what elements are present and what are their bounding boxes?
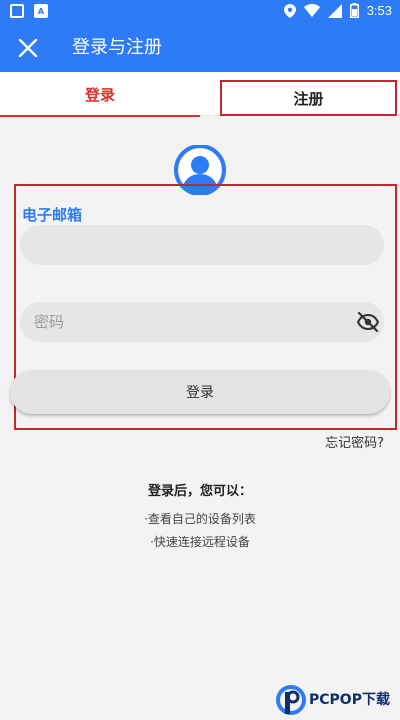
signal-icon <box>327 3 342 18</box>
svg-text:PCPOP下载: PCPOP下载 <box>309 691 390 708</box>
location-icon <box>283 3 296 18</box>
app-bar: 登录与注册 <box>0 24 400 72</box>
eye-off-icon[interactable] <box>356 312 380 332</box>
status-bar: A 3:53 <box>0 0 400 24</box>
tab-login-label: 登录 <box>84 85 115 104</box>
email-label: 电子邮箱 <box>22 206 83 224</box>
tab-login[interactable]: 登录 <box>0 72 200 117</box>
wifi-icon <box>303 4 320 17</box>
close-icon[interactable] <box>16 36 40 60</box>
tab-bar: 登录 注册 <box>0 72 400 117</box>
login-button[interactable]: 登录 <box>10 370 390 414</box>
tab-register[interactable]: 注册 <box>220 80 397 116</box>
notification-icon <box>10 4 24 18</box>
benefit-item: ·快速连接远程设备 <box>150 535 250 549</box>
app-notification-icon: A <box>34 4 48 18</box>
benefit-item: ·查看自己的设备列表 <box>144 512 256 526</box>
tab-indicator <box>0 115 200 117</box>
benefits-title: 登录后，您可以： <box>147 484 252 499</box>
tab-register-label: 注册 <box>293 89 324 108</box>
password-field[interactable] <box>20 302 384 342</box>
forgot-password-link[interactable]: 忘记密码? <box>325 432 384 451</box>
email-field[interactable] <box>20 225 384 265</box>
page-title: 登录与注册 <box>72 37 162 58</box>
battery-icon <box>349 3 359 18</box>
pcpop-watermark-logo: PCPOP下载 <box>276 685 390 715</box>
clock: 3:53 <box>366 3 392 18</box>
